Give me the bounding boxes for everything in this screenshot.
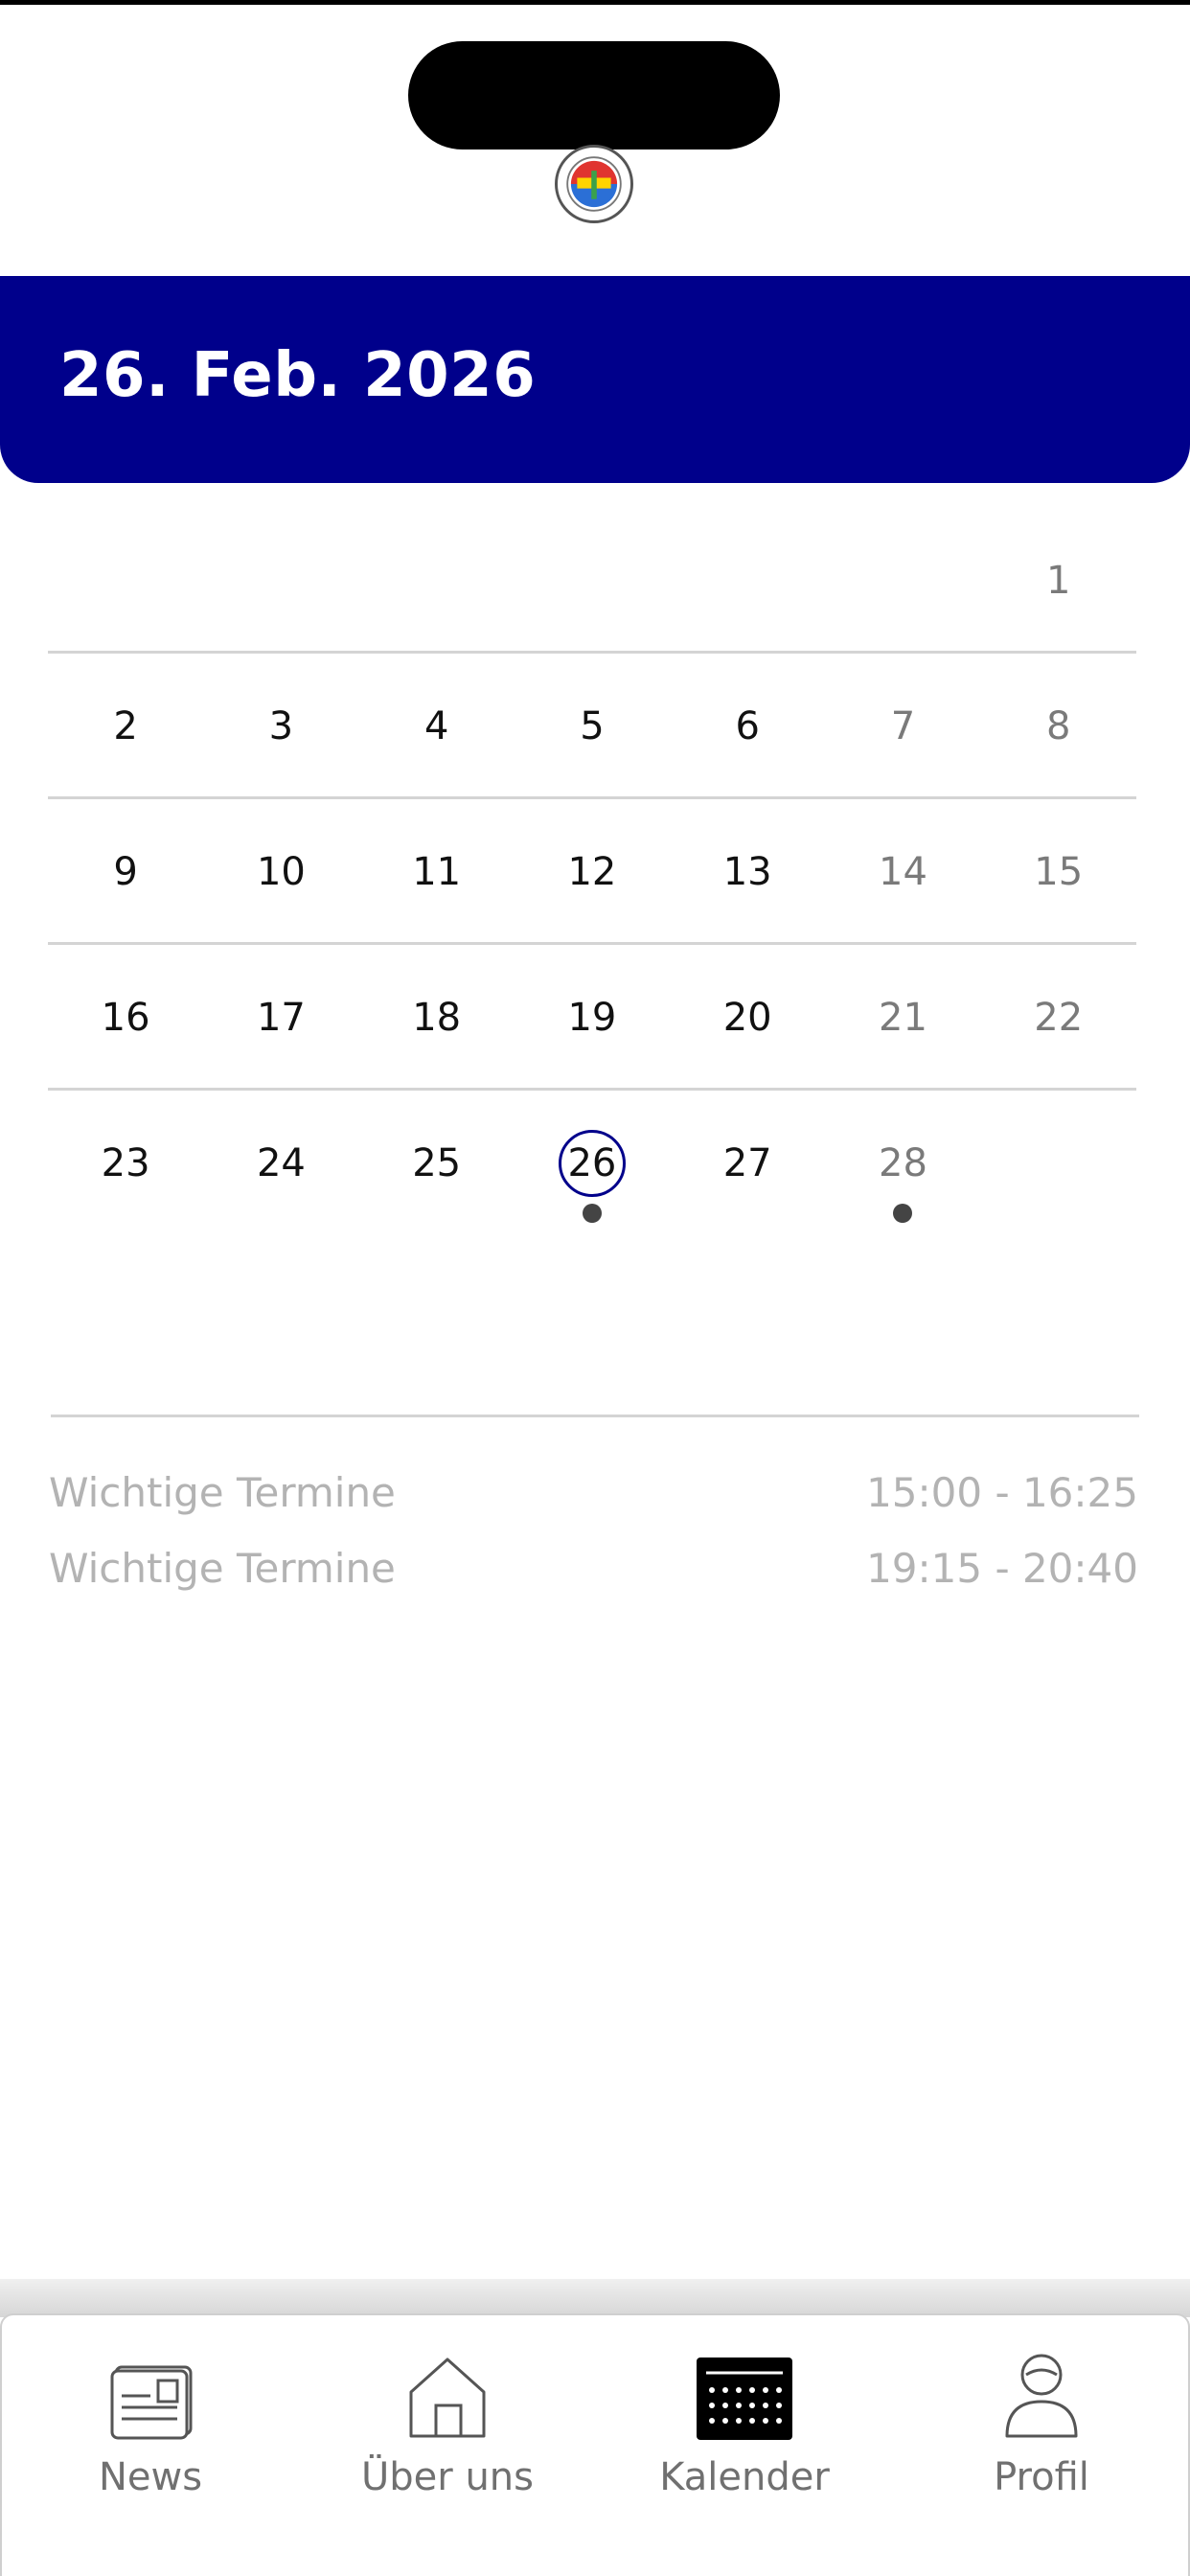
event-time: 15:00 - 16:25 [866,1468,1138,1516]
event-item[interactable]: Wichtige Termine 15:00 - 16:25 [49,1463,1138,1521]
day-number: 22 [1034,996,1084,1040]
month-calendar-grid: 1 2 3 4 5 6 7 8 9 10 11 12 13 14 15 16 17 18 19 20 21 22 23 24 2… [48,508,1136,1236]
calendar-day[interactable]: 27 [670,1091,825,1236]
calendar-day[interactable]: 4 [359,654,515,799]
calendar-day-empty [515,508,670,654]
day-number: 4 [423,704,449,748]
day-number: 28 [879,1141,927,1185]
calendar-day[interactable]: 25 [359,1091,515,1236]
tab-label: Profil [994,2455,1089,2499]
day-number: 2 [113,704,138,748]
day-number: 5 [580,704,605,748]
calendar-day[interactable]: 7 [825,654,980,799]
calendar-day-empty [825,508,980,654]
calendar-day-empty [48,508,203,654]
tabbar-shadow [0,2279,1190,2317]
calendar-day-empty [203,508,358,654]
calendar-day[interactable]: 5 [515,654,670,799]
day-number: 18 [412,996,462,1040]
calendar-week-row: 9 10 11 12 13 14 15 [48,799,1136,945]
calendar-icon [697,2358,792,2440]
day-number: 21 [879,996,927,1040]
calendar-day[interactable]: 12 [515,799,670,945]
calendar-week-row: 2 3 4 5 6 7 8 [48,654,1136,799]
events-divider [51,1414,1139,1417]
event-indicator-dot [582,1204,602,1223]
day-number: 9 [113,850,138,894]
calendar-day-empty [359,508,515,654]
calendar-day[interactable]: 11 [359,799,515,945]
calendar-day-empty [670,508,825,654]
day-number: 8 [1046,704,1071,748]
calendar-day[interactable]: 13 [670,799,825,945]
calendar-week-row: 16 17 18 19 20 21 22 [48,945,1136,1091]
day-number: 25 [412,1141,462,1185]
calendar-day[interactable]: 17 [203,945,358,1091]
calendar-day[interactable]: 14 [825,799,980,945]
day-number: 12 [567,850,617,894]
day-number: 24 [256,1141,306,1185]
day-number: 15 [1034,850,1084,894]
calendar-day[interactable]: 24 [203,1091,358,1236]
tab-label: News [98,2455,203,2499]
event-indicator-dot [893,1204,913,1223]
calendar-day[interactable]: 21 [825,945,980,1091]
day-number: 7 [890,704,916,748]
day-number: 6 [735,704,760,748]
home-icon [409,2358,486,2438]
calendar-day[interactable]: 19 [515,945,670,1091]
day-number: 3 [268,704,294,748]
calendar-day[interactable]: 6 [670,654,825,799]
calendar-day[interactable]: 1 [981,508,1136,654]
day-number: 23 [101,1141,150,1185]
event-title: Wichtige Termine [49,1468,396,1516]
day-number: 1 [1046,559,1071,603]
calendar-week-row: 1 [48,508,1136,654]
day-number: 11 [412,850,462,894]
person-icon [1005,2354,1078,2438]
calendar-day[interactable]: 22 [981,945,1136,1091]
app-screen: 26. Feb. 2026 1 2 3 4 5 6 7 8 9 10 11 12 13 14 15 16 17 1… [0,0,1190,2576]
day-number: 14 [879,850,927,894]
tab-label: Über uns [361,2455,534,2499]
day-number: 13 [722,850,772,894]
day-number: 20 [722,996,772,1040]
tab-profile[interactable]: Profil [893,2348,1190,2511]
calendar-day[interactable]: 16 [48,945,203,1091]
calendar-day[interactable]: 23 [48,1091,203,1236]
day-number: 16 [101,996,150,1040]
calendar-day[interactable]: 26 [515,1091,670,1236]
tab-calendar[interactable]: Kalender [596,2348,893,2511]
calendar-day[interactable]: 20 [670,945,825,1091]
selected-date-title: 26. Feb. 2026 [59,340,537,411]
calendar-week-row: 23 24 25 26 27 28 [48,1091,1136,1236]
calendar-day[interactable]: 18 [359,945,515,1091]
calendar-day[interactable]: 3 [203,654,358,799]
day-number: 19 [567,996,617,1040]
calendar-day[interactable]: 8 [981,654,1136,799]
calendar-day[interactable]: 15 [981,799,1136,945]
event-item[interactable]: Wichtige Termine 19:15 - 20:40 [49,1539,1138,1597]
calendar-day-empty [981,1091,1136,1236]
calendar-day[interactable]: 28 [825,1091,980,1236]
tab-news[interactable]: News [2,2348,299,2511]
day-number: 27 [722,1141,772,1185]
club-logo [555,145,633,223]
top-edge [0,0,1190,5]
day-number: 10 [256,850,306,894]
event-time: 19:15 - 20:40 [866,1544,1138,1592]
selected-day-ring [558,1130,626,1197]
newspaper-icon [110,2365,193,2440]
event-title: Wichtige Termine [49,1544,396,1592]
calendar-day[interactable]: 2 [48,654,203,799]
calendar-day[interactable]: 10 [203,799,358,945]
dynamic-island [408,41,780,150]
tab-about-us[interactable]: Über uns [299,2348,596,2511]
day-number: 17 [256,996,306,1040]
calendar-day[interactable]: 9 [48,799,203,945]
tab-label: Kalender [659,2455,830,2499]
